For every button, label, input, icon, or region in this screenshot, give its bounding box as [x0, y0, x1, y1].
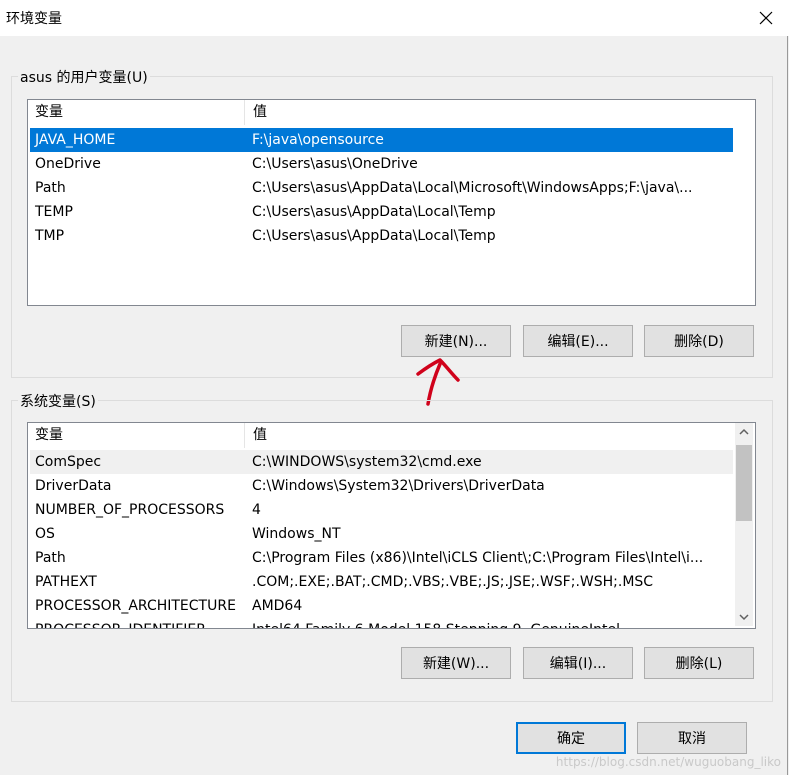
table-row[interactable]: TMP C:\Users\asus\AppData\Local\Temp — [30, 224, 733, 248]
var-name: PATHEXT — [35, 574, 97, 590]
table-row[interactable]: PROCESSOR_IDENTIFIER Intel64 Family 6 Mo… — [30, 618, 733, 628]
window-title: 环境变量 — [6, 11, 62, 27]
user-vars-header: 变量 值 — [28, 100, 755, 125]
var-name: TEMP — [35, 204, 73, 220]
col-header-name[interactable]: 变量 — [28, 423, 245, 448]
system-vars-header: 变量 值 — [28, 423, 755, 448]
table-row[interactable]: OneDrive C:\Users\asus\OneDrive — [30, 152, 733, 176]
col-header-name[interactable]: 变量 — [28, 100, 245, 125]
ok-button[interactable]: 确定 — [516, 722, 626, 754]
user-delete-button[interactable]: 删除(D) — [644, 325, 754, 357]
system-delete-button[interactable]: 删除(L) — [644, 647, 754, 679]
var-value: .COM;.EXE;.BAT;.CMD;.VBS;.VBE;.JS;.JSE;.… — [252, 574, 654, 590]
var-value: 4 — [252, 502, 261, 518]
dialog-body: asus 的用户变量(U) 变量 值 JAVA_HOME F:\java\ope… — [0, 36, 788, 775]
table-row[interactable]: PROCESSOR_ARCHITECTURE AMD64 — [30, 594, 733, 618]
title-bar: 环境变量 — [0, 0, 789, 36]
col-header-value[interactable]: 值 — [246, 423, 267, 448]
var-value: AMD64 — [252, 598, 303, 614]
scroll-thumb[interactable] — [736, 445, 752, 521]
cancel-button[interactable]: 取消 — [637, 722, 747, 754]
table-row[interactable]: TEMP C:\Users\asus\AppData\Local\Temp — [30, 200, 733, 224]
watermark: https://blog.csdn.net/wuguobang_liko — [555, 755, 781, 769]
var-name: Path — [35, 180, 66, 196]
var-value: Intel64 Family 6 Model 158 Stepping 9, G… — [252, 618, 620, 628]
var-name: OS — [35, 526, 55, 542]
var-value: Windows_NT — [252, 526, 341, 542]
col-header-value[interactable]: 值 — [246, 100, 267, 125]
var-value: C:\WINDOWS\system32\cmd.exe — [252, 454, 482, 470]
table-row[interactable]: Path C:\Program Files (x86)\Intel\iCLS C… — [30, 546, 733, 570]
table-row[interactable]: NUMBER_OF_PROCESSORS 4 — [30, 498, 733, 522]
var-value: C:\Users\asus\AppData\Local\Temp — [252, 204, 496, 220]
var-name: NUMBER_OF_PROCESSORS — [35, 502, 225, 518]
close-icon — [759, 11, 773, 25]
var-name: DriverData — [35, 478, 112, 494]
table-row[interactable]: DriverData C:\Windows\System32\Drivers\D… — [30, 474, 733, 498]
scroll-down-icon[interactable] — [739, 613, 749, 621]
var-value: C:\Program Files (x86)\Intel\iCLS Client… — [252, 550, 704, 566]
var-value: C:\Users\asus\AppData\Local\Microsoft\Wi… — [252, 180, 693, 196]
user-vars-label: asus 的用户变量(U) — [18, 67, 150, 87]
table-row[interactable]: PATHEXT .COM;.EXE;.BAT;.CMD;.VBS;.VBE;.J… — [30, 570, 733, 594]
table-row[interactable]: JAVA_HOME F:\java\opensource — [30, 128, 733, 152]
table-row[interactable]: Path C:\Users\asus\AppData\Local\Microso… — [30, 176, 733, 200]
close-button[interactable] — [743, 0, 789, 36]
system-vars-label: 系统变量(S) — [18, 391, 98, 411]
var-name: TMP — [35, 228, 65, 244]
system-new-button[interactable]: 新建(W)... — [401, 647, 511, 679]
vertical-scrollbar[interactable] — [735, 423, 753, 626]
user-vars-list[interactable]: 变量 值 JAVA_HOME F:\java\opensource OneDri… — [27, 99, 756, 306]
scroll-up-icon[interactable] — [739, 428, 749, 436]
var-value: C:\Users\asus\AppData\Local\Temp — [252, 228, 496, 244]
var-value: C:\Users\asus\OneDrive — [252, 156, 418, 172]
var-name: ComSpec — [35, 454, 102, 470]
var-name: PROCESSOR_ARCHITECTURE — [35, 598, 236, 614]
var-value: F:\java\opensource — [252, 132, 384, 148]
table-row[interactable]: OS Windows_NT — [30, 522, 733, 546]
var-value: C:\Windows\System32\Drivers\DriverData — [252, 478, 545, 494]
var-name: OneDrive — [35, 156, 101, 172]
var-name: JAVA_HOME — [35, 132, 116, 148]
system-edit-button[interactable]: 编辑(I)... — [523, 647, 633, 679]
var-name: PROCESSOR_IDENTIFIER — [35, 618, 206, 628]
user-new-button[interactable]: 新建(N)... — [401, 325, 511, 357]
table-row[interactable]: ComSpec C:\WINDOWS\system32\cmd.exe — [30, 450, 733, 474]
var-name: Path — [35, 550, 66, 566]
user-edit-button[interactable]: 编辑(E)... — [523, 325, 633, 357]
system-vars-list[interactable]: 变量 值 ComSpec C:\WINDOWS\system32\cmd.exe… — [27, 422, 756, 629]
